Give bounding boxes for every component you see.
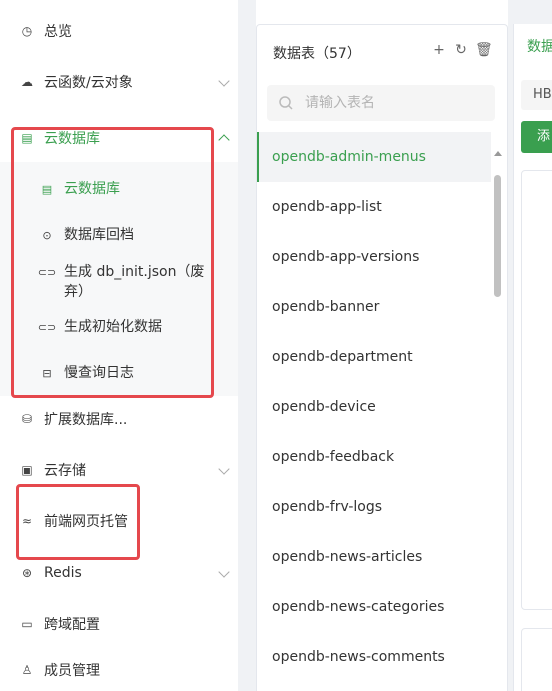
table-row[interactable]: opendb-feedback <box>257 432 491 482</box>
link-icon: ⊂⊃ <box>37 320 57 334</box>
link-icon: ⊂⊃ <box>37 265 57 279</box>
submenu-item-label: 生成初始化数据 <box>64 319 162 335</box>
sidebar-item-cloud-storage[interactable]: ▣ 云存储 <box>0 450 238 490</box>
sidebar-item-overview[interactable]: ◷ 总览 <box>0 11 238 51</box>
table-row[interactable]: opendb-device <box>257 382 491 432</box>
table-row[interactable]: opendb-news-categories <box>257 582 491 632</box>
table-search <box>267 85 495 121</box>
table-row[interactable]: opendb-frv-logs <box>257 482 491 532</box>
sidebar-item-cloud-functions[interactable]: ☁ 云函数/云对象 <box>0 62 238 102</box>
sidebar-item-label: 总览 <box>44 24 72 40</box>
chevron-down-icon <box>218 75 230 87</box>
add-icon[interactable]: + <box>431 41 447 59</box>
sidebar-item-label: 扩展数据库... <box>44 412 128 428</box>
web-hosting-icon: ≈ <box>21 514 33 528</box>
sidebar-item-cors-config[interactable]: ▭ 跨域配置 <box>0 604 238 644</box>
sidebar-item-web-hosting[interactable]: ≈ 前端网页托管 <box>0 501 238 541</box>
sidebar-item-label: 前端网页托管 <box>44 514 128 530</box>
sidebar-item-label: Redis <box>44 565 82 581</box>
storage-icon: ▣ <box>21 463 33 477</box>
chevron-up-icon <box>218 134 230 146</box>
add-record-button[interactable]: 添 <box>521 121 552 153</box>
database-icon: ⛁ <box>21 412 33 426</box>
table-row[interactable]: opendb-news-articles <box>257 532 491 582</box>
cloud-icon: ☁ <box>21 75 33 89</box>
sidebar-item-label: 跨域配置 <box>44 617 100 633</box>
sidebar-item-label: 成员管理 <box>44 663 100 679</box>
sidebar-item-extended-database[interactable]: ⛁ 扩展数据库... <box>0 399 238 439</box>
chevron-down-icon <box>218 463 230 475</box>
content-box-secondary <box>521 628 552 691</box>
submenu-item-slow-query-log[interactable]: ⊟ 慢查询日志 <box>0 363 238 383</box>
refresh-icon[interactable]: ↻ <box>453 41 469 59</box>
submenu-item-database-rollback[interactable]: ⊙ 数据库回档 <box>0 225 238 245</box>
table-row[interactable]: opendb-department <box>257 332 491 382</box>
table-list: opendb-admin-menus opendb-app-list opend… <box>257 132 491 682</box>
table-count-title: 数据表（57） <box>273 46 361 62</box>
table-icon: ▤ <box>21 131 33 145</box>
search-icon <box>277 94 295 112</box>
submenu-item-label: 生成 db_init.json（废弃） <box>64 264 205 300</box>
table-search-input[interactable] <box>305 95 475 111</box>
content-title: 数据 <box>527 39 552 55</box>
sidebar-item-label: 云函数/云对象 <box>44 75 133 91</box>
redis-icon: ⊛ <box>21 566 33 580</box>
sidebar-item-member-management[interactable]: ♙ 成员管理 <box>0 650 238 690</box>
sidebar-item-cloud-database[interactable]: ▤ 云数据库 <box>0 118 238 158</box>
submenu-item-generate-init-data[interactable]: ⊂⊃ 生成初始化数据 <box>0 317 238 337</box>
cors-icon: ▭ <box>21 617 33 631</box>
table-icon: ▤ <box>41 182 53 196</box>
sidebar-item-label: 云存储 <box>44 463 86 479</box>
submenu-item-cloud-database[interactable]: ▤ 云数据库 <box>0 179 238 199</box>
submenu-item-label: 数据库回档 <box>64 227 134 243</box>
table-row[interactable]: opendb-banner <box>257 282 491 332</box>
trash-icon[interactable]: 🗑 <box>475 41 493 59</box>
member-icon: ♙ <box>21 663 33 677</box>
rollback-icon: ⊙ <box>42 228 52 242</box>
sidebar-item-label: 云数据库 <box>44 131 100 147</box>
chevron-down-icon <box>218 566 230 578</box>
submenu-item-label: 慢查询日志 <box>64 365 134 381</box>
log-icon: ⊟ <box>42 366 52 380</box>
scrollbar-thumb[interactable] <box>494 175 501 297</box>
table-row[interactable]: opendb-news-comments <box>257 632 491 682</box>
clock-icon: ◷ <box>21 24 33 38</box>
sidebar-item-redis[interactable]: ⊛ Redis <box>0 553 238 593</box>
panel-gutter <box>238 0 256 691</box>
scroll-up-arrow-icon[interactable] <box>494 151 502 156</box>
table-row[interactable]: opendb-admin-menus <box>257 132 491 182</box>
content-tab[interactable]: HB <box>521 80 552 110</box>
content-box <box>521 170 552 610</box>
submenu-item-generate-db-init[interactable]: ⊂⊃ 生成 db_init.json（废弃） <box>0 262 238 302</box>
submenu-item-label: 云数据库 <box>64 181 120 197</box>
table-row[interactable]: opendb-app-list <box>257 182 491 232</box>
sidebar: ◷ 总览 ☁ 云函数/云对象 ▤ 云数据库 ▤ 云数据库 ⊙ 数据库回档 ⊂⊃ … <box>0 0 238 691</box>
table-list-panel: 数据表（57） + ↻ 🗑 opendb-admin-menus opendb-… <box>256 24 508 691</box>
table-row[interactable]: opendb-app-versions <box>257 232 491 282</box>
